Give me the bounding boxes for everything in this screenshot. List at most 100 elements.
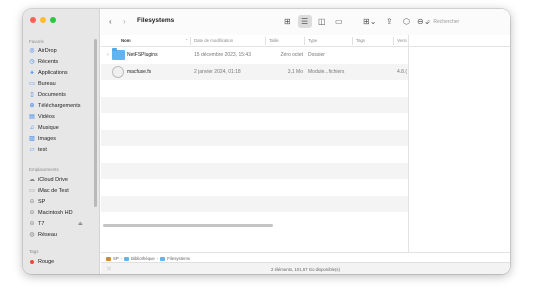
column-divider[interactable]	[393, 37, 394, 45]
sidebar-item-macintosh-hd[interactable]: ⊖ Macintosh HD	[28, 208, 73, 218]
sidebar-item-label: iMac de Test	[38, 188, 69, 194]
sidebar-item-documents[interactable]: ▯ Documents	[28, 90, 66, 100]
tag-icon[interactable]: ⬡	[403, 17, 410, 27]
minimize-window-button[interactable]	[40, 17, 46, 23]
sidebar-item-recents[interactable]: ◷ Récents	[28, 57, 58, 67]
column-name[interactable]: Nom	[121, 38, 131, 43]
column-divider[interactable]	[190, 37, 191, 45]
sidebar-item-bureau[interactable]: ▭ Bureau	[28, 79, 56, 89]
back-button[interactable]: ‹	[109, 17, 112, 27]
path-item-sp[interactable]: SP	[113, 256, 119, 261]
file-kind: Module...fichiers	[308, 68, 345, 75]
close-window-button[interactable]	[30, 17, 36, 23]
sidebar-item-label: Récents	[38, 59, 59, 65]
share-icon[interactable]: ⇪	[386, 17, 393, 27]
sort-chevron-icon[interactable]: ⌃	[185, 38, 188, 43]
file-rows: › NetFSPlugins 15 décembre 2023, 15:43 Z…	[101, 47, 408, 229]
finder-window: Favoris ◎ AirDrop ◷ Récents ⚹ Applications …	[23, 9, 510, 274]
sidebar-item-videos[interactable]: ▤ Vidéos	[28, 112, 55, 122]
disk-icon: ⊖	[29, 221, 35, 227]
empty-row	[101, 179, 408, 196]
file-name: NetFSPlugins	[127, 52, 158, 58]
sidebar-scrollbar[interactable]	[94, 39, 97, 207]
sidebar-item-icloud-drive[interactable]: ☁ iCloud Drive	[28, 175, 68, 185]
sidebar-item-label: iCloud Drive	[38, 177, 68, 183]
group-button[interactable]: ⊞⌄	[363, 17, 376, 27]
column-tags[interactable]: Tags	[356, 38, 365, 43]
path-bar: SP › Bibliothèque › Filesystems	[101, 252, 510, 262]
bundle-file-icon	[112, 65, 124, 78]
sidebar-item-label: Musique	[38, 125, 59, 131]
zoom-window-button[interactable]	[50, 17, 56, 23]
column-kind[interactable]: Type	[308, 38, 317, 43]
sidebar-item-label: Macintosh HD	[38, 210, 73, 216]
table-row[interactable]: macfuse.fs 2 janvier 2024, 01:18 3,1 Mo …	[101, 63, 408, 80]
sidebar-item-label: Bureau	[38, 81, 56, 87]
sidebar-item-sp[interactable]: ⊖ SP	[28, 197, 45, 207]
sidebar-item-label: Téléchargements	[38, 103, 81, 109]
icon-view-button[interactable]: ⊞	[284, 17, 291, 27]
column-divider[interactable]	[352, 37, 353, 45]
column-divider[interactable]	[304, 37, 305, 45]
sidebar-section-title: Tags	[29, 249, 39, 254]
file-name: macfuse.fs	[127, 68, 152, 75]
list-view-button[interactable]: ☰	[301, 17, 308, 27]
breadcrumb: SP › Bibliothèque › Filesystems	[106, 256, 190, 261]
folder-icon	[160, 256, 166, 261]
empty-row	[101, 195, 408, 212]
horizontal-scrollbar[interactable]	[101, 224, 408, 227]
sidebar-item-test[interactable]: ▱ test	[28, 145, 47, 155]
path-item-filesystems[interactable]: Filesystems	[167, 256, 190, 261]
eject-icon[interactable]: ⏏	[78, 221, 83, 227]
gallery-view-button[interactable]: ▭	[335, 17, 343, 27]
sidebar-item-label: Documents	[38, 92, 66, 98]
film-icon: ▤	[29, 114, 35, 120]
empty-row	[101, 146, 408, 163]
empty-row	[101, 113, 408, 130]
sidebar-item-airdrop[interactable]: ◎ AirDrop	[28, 46, 56, 56]
sidebar-item-reseau[interactable]: ◍ Réseau	[28, 230, 57, 240]
sidebar-item-musique[interactable]: ♫ Musique	[28, 123, 59, 133]
file-date: 15 décembre 2023, 15:43	[194, 52, 251, 58]
sidebar-item-label: SP	[38, 199, 46, 205]
search-icon: ⌕	[427, 19, 431, 25]
column-date[interactable]: Date de modification	[194, 38, 233, 43]
photo-icon: ▨	[29, 136, 35, 142]
sidebar-item-label: Images	[38, 136, 57, 142]
disclosure-chevron-icon[interactable]: ›	[107, 52, 109, 58]
sidebar-item-applications[interactable]: ⚹ Applications	[28, 68, 67, 78]
disk-icon: ⊖	[29, 199, 35, 205]
sidebar-item-label: T7	[38, 221, 45, 227]
sidebar-item-label: Réseau	[38, 232, 57, 238]
column-view-button[interactable]: ◫	[318, 17, 326, 27]
clock-icon: ◷	[29, 59, 35, 65]
sidebar-item-t7[interactable]: ⊖ T7	[28, 219, 44, 229]
search-field[interactable]: ⌕ Rechercher	[427, 19, 459, 26]
empty-row	[101, 129, 408, 146]
folder-icon: ▱	[29, 147, 35, 153]
file-size: Zéro octet	[280, 52, 303, 58]
airdrop-icon: ◎	[29, 48, 35, 54]
sidebar-item-imac-de-test[interactable]: ▭ iMac de Test	[28, 186, 69, 196]
cloud-icon: ☁	[29, 177, 35, 183]
sidebar-item-rouge[interactable]: Rouge	[28, 257, 54, 267]
table-row[interactable]: › NetFSPlugins 15 décembre 2023, 15:43 Z…	[101, 47, 408, 64]
forward-button[interactable]: ›	[123, 17, 126, 27]
search-placeholder: Rechercher	[433, 19, 460, 25]
file-list: Nom ⌃ Date de modification Taille Type T…	[101, 35, 510, 252]
toolbar: ‹ › Filesystems ⊞ ☰ ◫ ▭ ⊞⌄ ⇪ ⬡ ⊖⌄ ⌕ Reche…	[101, 9, 510, 35]
column-size[interactable]: Taille	[269, 38, 279, 43]
document-icon: ▯	[30, 92, 34, 98]
empty-row	[101, 96, 408, 113]
file-version: 4.8.(	[397, 68, 408, 75]
column-divider[interactable]	[265, 37, 266, 45]
sidebar-item-images[interactable]: ▨ Images	[28, 134, 56, 144]
column-version[interactable]: Versi	[397, 38, 407, 43]
empty-row	[101, 162, 408, 179]
status-bar: ⤬ 2 éléments, 101,67 Go disponible(s)	[101, 262, 510, 274]
file-size: 3,1 Mo	[287, 68, 303, 75]
sidebar-item-telechargements[interactable]: ⊕ Téléchargements	[28, 101, 81, 111]
scrollbar-thumb[interactable]	[103, 224, 273, 227]
download-icon: ⊕	[29, 103, 35, 109]
path-item-bibliotheque[interactable]: Bibliothèque	[131, 256, 155, 261]
